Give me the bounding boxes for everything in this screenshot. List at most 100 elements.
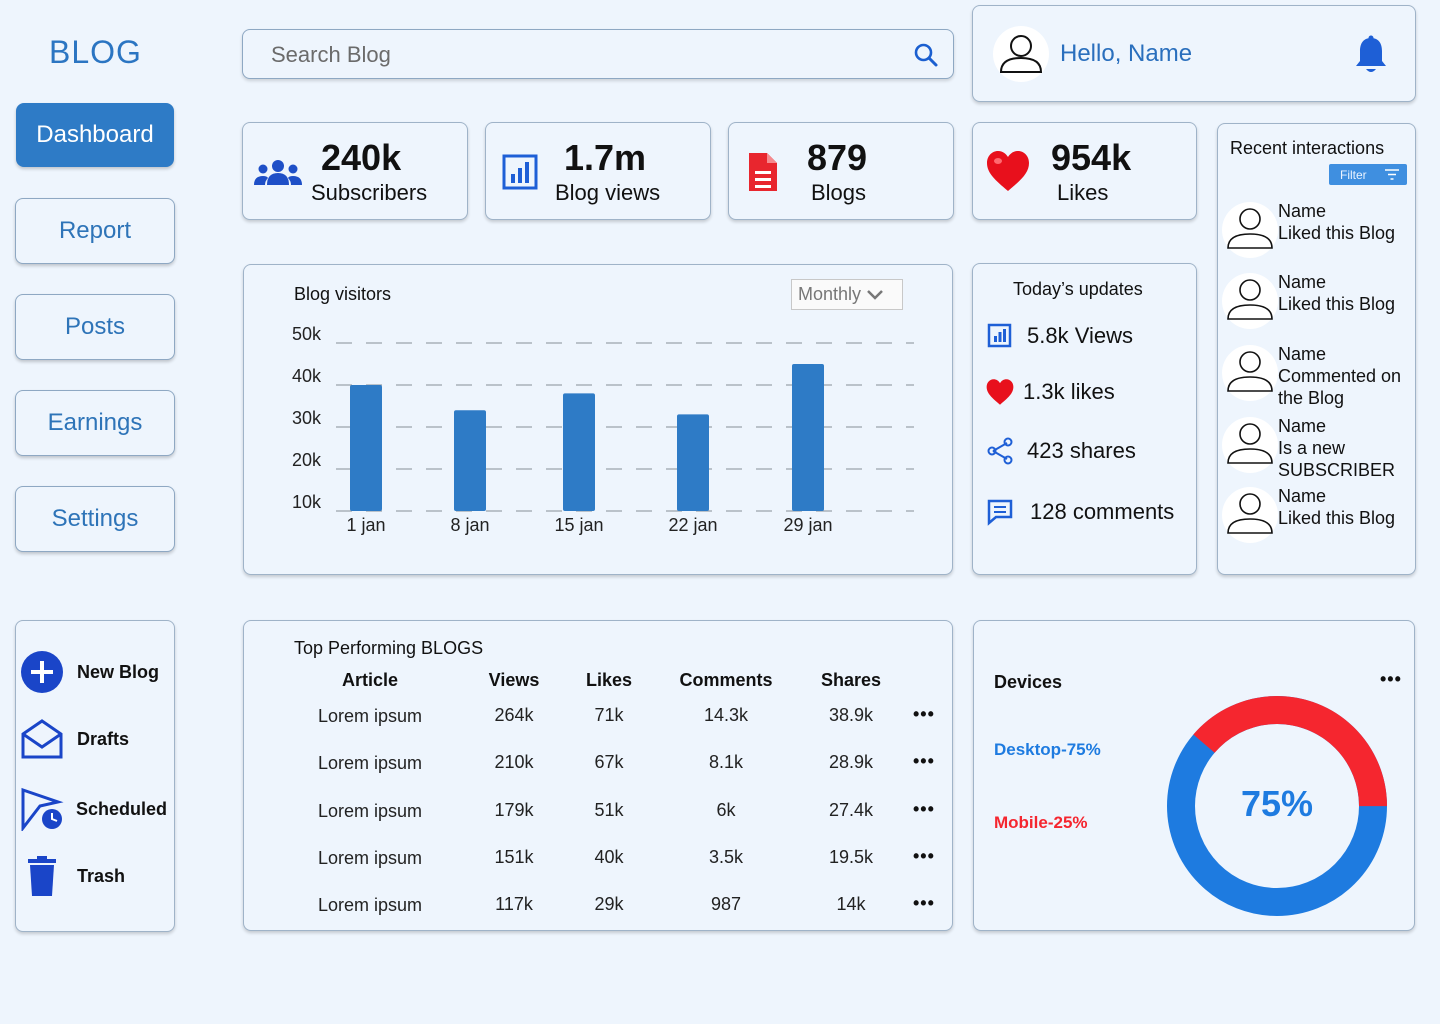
update-shares: 423 shares bbox=[985, 437, 1136, 465]
heart-icon bbox=[986, 379, 1014, 405]
bar[interactable] bbox=[677, 414, 709, 511]
interaction-action: Liked this Blog bbox=[1278, 508, 1396, 528]
table-cell: 38.9k bbox=[828, 705, 874, 725]
table-cell: 28.9k bbox=[828, 752, 874, 772]
nav-dashboard[interactable]: Dashboard bbox=[16, 103, 174, 167]
interaction-text: Name Commented on the Blog bbox=[1278, 343, 1414, 409]
interaction-name: Name bbox=[1278, 416, 1327, 436]
bar-chart-icon bbox=[502, 154, 538, 190]
comment-icon bbox=[987, 499, 1013, 526]
update-text: 5.8k Views bbox=[1027, 323, 1133, 348]
filter-button[interactable]: Filter bbox=[1329, 164, 1407, 185]
nav-report[interactable]: Report bbox=[15, 198, 175, 264]
column-header[interactable]: Likes bbox=[549, 670, 669, 691]
row-menu-icon[interactable]: ••• bbox=[913, 893, 935, 914]
article-name[interactable]: Lorem ipsum bbox=[300, 706, 440, 727]
interactions-title: Recent interactions bbox=[1230, 138, 1385, 158]
bar[interactable] bbox=[563, 393, 595, 511]
stat-value: 954k bbox=[1051, 137, 1132, 178]
bar[interactable] bbox=[792, 364, 824, 511]
greeting: Hello, Name bbox=[1060, 40, 1193, 67]
filter-icon bbox=[1385, 169, 1399, 180]
nav-earnings[interactable]: Earnings bbox=[15, 390, 175, 456]
column-header[interactable]: Comments bbox=[666, 670, 786, 691]
interaction-text: Name Is a new SUBSCRIBER bbox=[1278, 415, 1414, 481]
column-header[interactable]: Article bbox=[310, 670, 430, 691]
interaction-text: Name Liked this Blog bbox=[1278, 485, 1414, 529]
share-icon bbox=[987, 437, 1013, 465]
table-cell: 8.1k bbox=[708, 752, 744, 772]
article-name[interactable]: Lorem ipsum bbox=[300, 848, 440, 869]
article-name[interactable]: Lorem ipsum bbox=[300, 753, 440, 774]
bell-icon[interactable] bbox=[1353, 34, 1389, 76]
plus-circle-icon bbox=[21, 651, 63, 693]
search-input[interactable] bbox=[271, 40, 871, 70]
donut-center-label: 75% bbox=[1240, 783, 1314, 824]
row-menu-icon[interactable]: ••• bbox=[913, 704, 935, 725]
update-text: 128 comments bbox=[1030, 499, 1175, 524]
avatar bbox=[1222, 417, 1278, 473]
devices-title: Devices bbox=[994, 672, 1063, 692]
stat-label: Blogs bbox=[811, 180, 867, 205]
avatar[interactable] bbox=[993, 26, 1049, 82]
quick-label: Trash bbox=[77, 865, 126, 886]
interaction-item[interactable]: Name Is a new SUBSCRIBER bbox=[1222, 415, 1412, 480]
avatar bbox=[1222, 487, 1278, 543]
x-tick-label: 1 jan bbox=[346, 515, 385, 535]
stat-value: 879 bbox=[807, 137, 868, 178]
stat-label: Likes bbox=[1057, 180, 1109, 205]
users-icon bbox=[254, 160, 302, 185]
scheduled-send-icon bbox=[21, 787, 64, 831]
desktop-legend: Desktop-75% bbox=[994, 740, 1101, 759]
nav-posts[interactable]: Posts bbox=[15, 294, 175, 360]
top-blogs-card: Top Performing BLOGS bbox=[243, 620, 953, 931]
interaction-name: Name bbox=[1278, 272, 1327, 292]
new-blog-button[interactable]: New Blog bbox=[20, 650, 159, 694]
bar[interactable] bbox=[454, 410, 486, 511]
envelope-icon bbox=[21, 719, 63, 759]
row-menu-icon[interactable]: ••• bbox=[913, 751, 935, 772]
stat-likes: 954k Likes bbox=[972, 122, 1197, 220]
scheduled-button[interactable]: Scheduled bbox=[20, 787, 167, 831]
column-header[interactable]: Shares bbox=[791, 670, 911, 691]
avatar bbox=[1222, 202, 1278, 258]
search-icon[interactable] bbox=[913, 42, 939, 68]
row-menu-icon[interactable]: ••• bbox=[913, 846, 935, 867]
devices-menu-icon[interactable]: ••• bbox=[1380, 669, 1402, 690]
table-cell: 987 bbox=[710, 894, 742, 914]
stat-label: Blog views bbox=[555, 180, 661, 205]
row-menu-icon[interactable]: ••• bbox=[913, 799, 935, 820]
quick-label: Scheduled bbox=[76, 798, 168, 819]
article-name[interactable]: Lorem ipsum bbox=[300, 801, 440, 822]
updates-title: Today’s updates bbox=[1013, 279, 1143, 299]
interaction-item[interactable]: Name Liked this Blog bbox=[1222, 200, 1412, 260]
interaction-text: Name Liked this Blog bbox=[1278, 200, 1414, 244]
x-tick-label: 15 jan bbox=[554, 515, 603, 535]
avatar bbox=[1222, 273, 1278, 329]
interaction-item[interactable]: Name Liked this Blog bbox=[1222, 485, 1412, 545]
interaction-name: Name bbox=[1278, 344, 1327, 364]
update-text: 1.3k likes bbox=[1023, 379, 1115, 404]
stat-blog-views: 1.7m Blog views bbox=[485, 122, 711, 220]
y-tick-label: 30k bbox=[292, 408, 322, 428]
y-tick-label: 20k bbox=[292, 450, 322, 470]
bar-chart-icon bbox=[987, 323, 1012, 348]
update-comments: 128 comments bbox=[985, 498, 1174, 526]
nav-settings[interactable]: Settings bbox=[15, 486, 175, 552]
bar[interactable] bbox=[350, 385, 382, 511]
search-bar bbox=[242, 29, 954, 79]
stat-label: Subscribers bbox=[311, 180, 428, 205]
interaction-action: Commented on the Blog bbox=[1278, 366, 1402, 408]
interaction-item[interactable]: Name Liked this Blog bbox=[1222, 271, 1412, 331]
table-cell: 27.4k bbox=[828, 800, 874, 820]
update-likes: 1.3k likes bbox=[985, 378, 1115, 406]
article-name[interactable]: Lorem ipsum bbox=[300, 895, 440, 916]
interaction-name: Name bbox=[1278, 486, 1327, 506]
drafts-button[interactable]: Drafts bbox=[20, 718, 129, 760]
y-tick-label: 50k bbox=[292, 324, 322, 344]
filter-label: Filter bbox=[1340, 167, 1367, 182]
interaction-item[interactable]: Name Commented on the Blog bbox=[1222, 343, 1412, 408]
top-title: Top Performing BLOGS bbox=[294, 638, 484, 658]
trash-button[interactable]: Trash bbox=[20, 855, 125, 897]
visitors-bar-chart: 10k 20k 30k 40k 50k 1 jan 8 jan 15 jan 22 jan 29 … bbox=[292, 324, 914, 535]
